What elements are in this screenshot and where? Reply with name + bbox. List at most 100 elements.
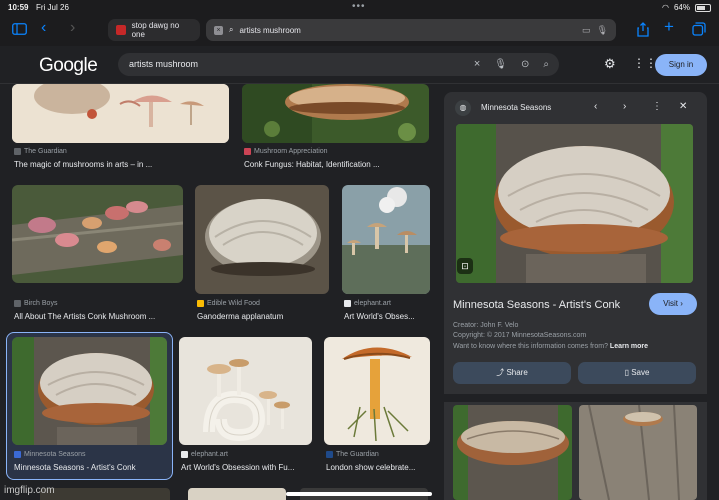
result-image[interactable]: [12, 84, 229, 143]
globe-icon: ◍: [455, 100, 471, 116]
source-label: The Guardian: [24, 148, 67, 155]
share-icon[interactable]: [637, 22, 649, 40]
preview-image[interactable]: [456, 124, 693, 283]
more-options-icon[interactable]: ⋮: [652, 101, 662, 112]
reader-icon[interactable]: ▭: [582, 25, 591, 36]
save-button[interactable]: ▯ Save: [578, 362, 696, 384]
new-tab-icon[interactable]: +: [664, 18, 674, 35]
result-title[interactable]: London show celebrate...: [326, 463, 430, 472]
source-label: Birch Boys: [24, 300, 58, 307]
tab-label: stop dawg no one: [131, 21, 180, 39]
google-lens-icon[interactable]: ⊡: [457, 258, 473, 274]
address-text: artists mushroom: [239, 25, 301, 35]
result-source: Edible Wild Food: [197, 300, 260, 307]
result-title[interactable]: The magic of mushrooms in arts – in ...: [14, 160, 229, 169]
save-label: Save: [631, 368, 650, 377]
settings-gear-icon[interactable]: ⚙: [604, 56, 616, 72]
imgflip-watermark: imgflip.com: [4, 485, 55, 496]
search-input[interactable]: artists mushroom × 🎙︎ ⊙ ⌕: [118, 53, 559, 76]
status-bar: 10:59 Fri Jul 26 ••• ◠ 64%: [0, 0, 719, 16]
info-question: Want to know where this information come…: [453, 343, 608, 350]
result-source: Birch Boys: [14, 300, 57, 307]
address-bar[interactable]: × ⌕ artists mushroom ▭ 🎙︎: [206, 19, 616, 41]
google-logo[interactable]: Google: [39, 55, 98, 77]
battery-icon: [695, 3, 711, 12]
result-image[interactable]: [242, 84, 429, 143]
panel-title[interactable]: Minnesota Seasons - Artist's Conk: [453, 299, 620, 311]
source-favicon: [244, 148, 251, 155]
source-label: Mushroom Appreciation: [254, 148, 328, 155]
source-favicon: [14, 148, 21, 155]
sidebar-icon[interactable]: [12, 22, 27, 38]
result-source: elephant.art: [344, 300, 391, 307]
copyright-text: Copyright: © 2017 MinnesotaSeasons.com: [453, 332, 587, 339]
tabs-overview-icon[interactable]: [692, 22, 706, 39]
result-title[interactable]: All About The Artists Conk Mushroom ...: [14, 312, 174, 321]
share-button[interactable]: ⤴ Share: [453, 362, 571, 384]
previous-icon[interactable]: ‹: [594, 101, 597, 112]
result-title[interactable]: Art World's Obses...: [344, 312, 430, 321]
related-image[interactable]: [453, 405, 572, 500]
forward-icon[interactable]: ›: [70, 20, 75, 36]
microphone-icon[interactable]: 🎙︎: [597, 25, 608, 36]
browser-toolbar: ‹ › stop dawg no one × ⌕ artists mushroo…: [0, 16, 719, 46]
back-icon[interactable]: ‹: [41, 20, 46, 36]
result-source: Minnesota Seasons: [14, 451, 85, 458]
source-favicon: [14, 300, 21, 307]
search-icon: ⌕: [229, 25, 234, 34]
result-title[interactable]: Minnesota Seasons - Artist's Conk: [14, 463, 169, 472]
source-favicon: [344, 300, 351, 307]
google-header: Google artists mushroom × 🎙︎ ⊙ ⌕ ⚙ ⋮⋮ Si…: [0, 46, 719, 84]
result-title[interactable]: Ganoderma applanatum: [197, 312, 331, 321]
learn-more-link[interactable]: Learn more: [610, 343, 648, 350]
sign-in-button[interactable]: Sign in: [655, 54, 707, 76]
wifi-icon: ◠: [662, 3, 669, 12]
result-image-partial[interactable]: [40, 488, 170, 500]
tab-stop-dawg[interactable]: stop dawg no one: [108, 19, 200, 41]
source-favicon: [326, 451, 333, 458]
result-image[interactable]: [324, 337, 430, 445]
result-image[interactable]: [12, 185, 183, 283]
share-label: Share: [506, 368, 528, 377]
result-title[interactable]: Conk Fungus: Habitat, Identification ...: [244, 160, 431, 169]
multitasking-dots-icon[interactable]: •••: [352, 1, 366, 12]
result-title[interactable]: Art World's Obsession with Fu...: [181, 463, 312, 472]
status-date: Fri Jul 26: [36, 3, 69, 12]
panel-site-name[interactable]: Minnesota Seasons: [481, 103, 551, 112]
result-image[interactable]: [179, 337, 312, 445]
source-favicon: [14, 451, 21, 458]
status-time: 10:59: [8, 3, 29, 12]
image-preview-panel: ◍ Minnesota Seasons ‹ › ⋮ ✕ ⊡ Minnesota …: [444, 92, 707, 500]
result-image-partial[interactable]: [188, 488, 286, 500]
status-right: ◠ 64%: [662, 3, 711, 12]
related-image[interactable]: [579, 405, 697, 500]
visit-button[interactable]: Visit ›: [649, 293, 697, 315]
result-source: The Guardian: [326, 451, 379, 458]
search-query: artists mushroom: [129, 59, 199, 69]
clear-icon[interactable]: ×: [474, 53, 480, 76]
result-source: Mushroom Appreciation: [244, 148, 328, 155]
source-label: Edible Wild Food: [207, 300, 260, 307]
source-label: Minnesota Seasons: [24, 451, 86, 458]
panel-header: ◍ Minnesota Seasons ‹ › ⋮ ✕: [444, 92, 707, 124]
voice-search-icon[interactable]: 🎙︎: [494, 53, 507, 76]
close-tab-icon[interactable]: ×: [214, 25, 223, 35]
close-icon[interactable]: ✕: [679, 101, 687, 112]
result-image[interactable]: [12, 337, 167, 445]
source-favicon: [181, 451, 188, 458]
next-icon[interactable]: ›: [623, 101, 626, 112]
source-label: The Guardian: [336, 451, 379, 458]
search-actions: × 🎙︎ ⊙ ⌕: [474, 53, 549, 76]
result-image[interactable]: [342, 185, 430, 294]
home-indicator[interactable]: [286, 492, 432, 496]
result-image[interactable]: [195, 185, 329, 294]
battery-percent: 64%: [673, 3, 690, 12]
google-apps-icon[interactable]: ⋮⋮: [633, 56, 657, 70]
source-label: elephant.art: [191, 451, 228, 458]
tab-favicon: [116, 25, 126, 35]
image-search-icon[interactable]: ⊙: [521, 53, 529, 76]
source-label: elephant.art: [354, 300, 391, 307]
source-favicon: [197, 300, 204, 307]
result-source: The Guardian: [14, 148, 67, 155]
search-icon[interactable]: ⌕: [543, 53, 549, 76]
